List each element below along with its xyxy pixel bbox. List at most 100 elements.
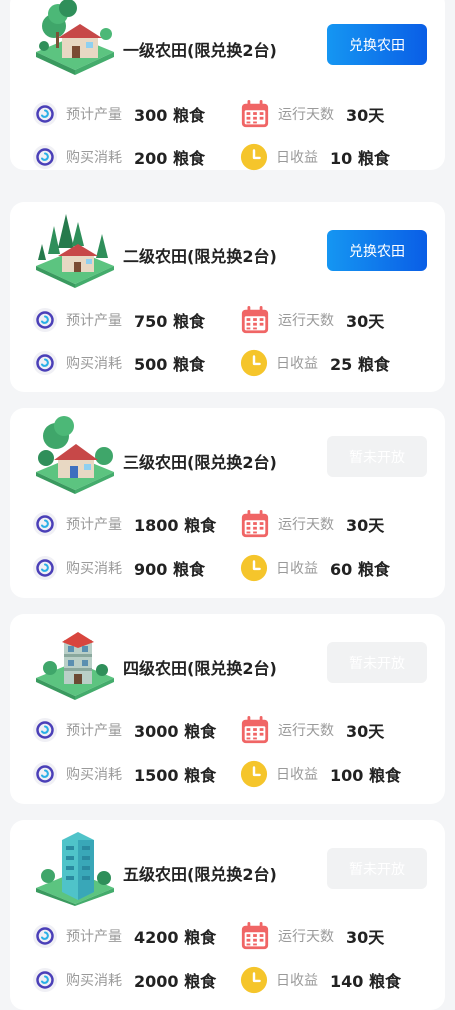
daily-income-label: 日收益 xyxy=(276,561,318,577)
farm-title: 五级农田(限兑换2台) xyxy=(123,865,277,884)
expected-output-stat: 预计产量 4200 粮食 xyxy=(32,921,216,951)
purchase-cost-label: 购买消耗 xyxy=(66,356,122,372)
run-days-value: 30天 xyxy=(346,928,385,947)
run-days-value: 30天 xyxy=(346,516,385,535)
run-days-stat: 运行天数 30天 xyxy=(240,509,384,539)
daily-income-value: 25 粮食 xyxy=(330,355,390,374)
coin-circle-icon xyxy=(32,101,58,127)
townhouse-icon xyxy=(36,632,114,700)
coin-circle-icon xyxy=(32,350,58,376)
expected-output-value: 1800 粮食 xyxy=(134,516,217,535)
coin-circle-icon xyxy=(32,923,58,949)
not-yet-open-button[interactable]: 暂未开放 xyxy=(327,436,427,477)
farm-card-level-5: 五级农田(限兑换2台) 暂未开放 预计产量 4200 粮食 运行天数 30天 购… xyxy=(10,820,445,1010)
daily-income-value: 60 粮食 xyxy=(330,560,390,579)
run-days-value: 30天 xyxy=(346,722,385,741)
farm-title: 三级农田(限兑换2台) xyxy=(123,453,277,472)
run-days-label: 运行天数 xyxy=(278,929,334,945)
expected-output-value: 750 粮食 xyxy=(134,312,205,331)
daily-income-stat: 日收益 140 粮食 xyxy=(240,965,401,995)
purchase-cost-stat: 购买消耗 500 粮食 xyxy=(32,348,205,378)
expected-output-stat: 预计产量 1800 粮食 xyxy=(32,509,216,539)
calendar-icon xyxy=(240,305,270,335)
farm-title: 四级农田(限兑换2台) xyxy=(123,659,277,678)
coin-circle-icon xyxy=(32,144,58,170)
purchase-cost-value: 900 粮食 xyxy=(134,560,205,579)
purchase-cost-label: 购买消耗 xyxy=(66,973,122,989)
farm-title: 二级农田(限兑换2台) xyxy=(123,247,277,266)
expected-output-label: 预计产量 xyxy=(66,723,122,739)
exchange-farm-button[interactable]: 兑换农田 xyxy=(327,24,427,65)
purchase-cost-stat: 购买消耗 900 粮食 xyxy=(32,553,205,583)
farm-card-level-4: 四级农田(限兑换2台) 暂未开放 预计产量 3000 粮食 运行天数 30天 购… xyxy=(10,614,445,804)
expected-output-stat: 预计产量 750 粮食 xyxy=(32,305,205,335)
purchase-cost-value: 2000 粮食 xyxy=(134,972,217,991)
farm-card-level-3: 三级农田(限兑换2台) 暂未开放 预计产量 1800 粮食 运行天数 30天 购… xyxy=(10,408,445,598)
run-days-label: 运行天数 xyxy=(278,723,334,739)
exchange-farm-button[interactable]: 兑换农田 xyxy=(327,230,427,271)
expected-output-value: 300 粮食 xyxy=(134,106,205,125)
calendar-icon xyxy=(240,715,270,745)
coin-circle-icon xyxy=(32,307,58,333)
run-days-value: 30天 xyxy=(346,106,385,125)
run-days-label: 运行天数 xyxy=(278,313,334,329)
clock-icon xyxy=(240,760,268,788)
daily-income-label: 日收益 xyxy=(276,356,318,372)
coin-circle-icon xyxy=(32,511,58,537)
expected-output-label: 预计产量 xyxy=(66,929,122,945)
farmhouse-small-icon xyxy=(36,0,114,75)
run-days-stat: 运行天数 30天 xyxy=(240,99,384,129)
expected-output-value: 4200 粮食 xyxy=(134,928,217,947)
daily-income-stat: 日收益 25 粮食 xyxy=(240,348,390,378)
coin-circle-icon xyxy=(32,761,58,787)
purchase-cost-value: 200 粮食 xyxy=(134,149,205,168)
clock-icon xyxy=(240,143,268,171)
coin-circle-icon xyxy=(32,967,58,993)
daily-income-stat: 日收益 100 粮食 xyxy=(240,759,401,789)
purchase-cost-stat: 购买消耗 200 粮食 xyxy=(32,142,205,172)
run-days-value: 30天 xyxy=(346,312,385,331)
not-yet-open-button[interactable]: 暂未开放 xyxy=(327,642,427,683)
daily-income-label: 日收益 xyxy=(276,150,318,166)
expected-output-stat: 预计产量 300 粮食 xyxy=(32,99,205,129)
daily-income-label: 日收益 xyxy=(276,767,318,783)
purchase-cost-value: 500 粮食 xyxy=(134,355,205,374)
calendar-icon xyxy=(240,99,270,129)
clock-icon xyxy=(240,349,268,377)
purchase-cost-label: 购买消耗 xyxy=(66,561,122,577)
daily-income-value: 140 粮食 xyxy=(330,972,401,991)
farmhouse-forest-icon xyxy=(36,214,114,288)
expected-output-value: 3000 粮食 xyxy=(134,722,217,741)
expected-output-label: 预计产量 xyxy=(66,517,122,533)
office-tower-icon xyxy=(36,832,114,906)
daily-income-stat: 日收益 10 粮食 xyxy=(240,142,390,172)
clock-icon xyxy=(240,966,268,994)
calendar-icon xyxy=(240,509,270,539)
daily-income-label: 日收益 xyxy=(276,973,318,989)
expected-output-stat: 预计产量 3000 粮食 xyxy=(32,715,216,745)
run-days-stat: 运行天数 30天 xyxy=(240,305,384,335)
purchase-cost-label: 购买消耗 xyxy=(66,767,122,783)
coin-circle-icon xyxy=(32,555,58,581)
daily-income-value: 100 粮食 xyxy=(330,766,401,785)
daily-income-stat: 日收益 60 粮食 xyxy=(240,553,390,583)
expected-output-label: 预计产量 xyxy=(66,107,122,123)
run-days-label: 运行天数 xyxy=(278,107,334,123)
purchase-cost-stat: 购买消耗 1500 粮食 xyxy=(32,759,216,789)
run-days-label: 运行天数 xyxy=(278,517,334,533)
farm-card-level-1: 一级农田(限兑换2台) 兑换农田 预计产量 300 粮食 运行天数 30天 购买… xyxy=(10,0,445,170)
run-days-stat: 运行天数 30天 xyxy=(240,921,384,951)
run-days-stat: 运行天数 30天 xyxy=(240,715,384,745)
coin-circle-icon xyxy=(32,717,58,743)
not-yet-open-button[interactable]: 暂未开放 xyxy=(327,848,427,889)
calendar-icon xyxy=(240,921,270,951)
clock-icon xyxy=(240,554,268,582)
daily-income-value: 10 粮食 xyxy=(330,149,390,168)
farm-title: 一级农田(限兑换2台) xyxy=(123,41,277,60)
cottage-icon xyxy=(36,416,114,494)
purchase-cost-label: 购买消耗 xyxy=(66,150,122,166)
farm-card-level-2: 二级农田(限兑换2台) 兑换农田 预计产量 750 粮食 运行天数 30天 购买… xyxy=(10,202,445,392)
purchase-cost-value: 1500 粮食 xyxy=(134,766,217,785)
expected-output-label: 预计产量 xyxy=(66,313,122,329)
purchase-cost-stat: 购买消耗 2000 粮食 xyxy=(32,965,216,995)
